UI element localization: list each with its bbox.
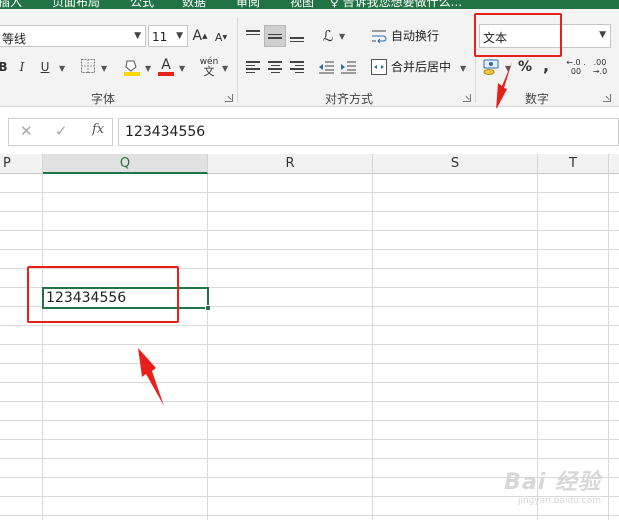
grid-line	[372, 174, 373, 520]
column-header-q[interactable]: Q	[43, 154, 208, 174]
chevron-down-icon: ▼	[599, 30, 606, 40]
column-header-p[interactable]: P	[0, 154, 43, 174]
lightbulb-icon: ♀	[330, 0, 339, 9]
ribbon-home: 等线 ▼ 11 ▼ A ▲ A ▼ B I U ▼ ▼ ▼ A ▼ wén 文 …	[0, 9, 619, 107]
merge-cells-icon	[371, 58, 387, 75]
number-dialog-launcher-icon[interactable]	[603, 94, 611, 102]
paint-bucket-icon	[124, 60, 140, 76]
align-bottom-button[interactable]	[287, 25, 307, 47]
tab-page-layout[interactable]: 页面布局	[52, 0, 100, 9]
column-header-r[interactable]: R	[208, 154, 373, 174]
wrap-text-button[interactable]: 自动换行	[371, 27, 439, 44]
chevron-down-icon[interactable]: ▼	[145, 64, 151, 73]
column-header-s[interactable]: S	[373, 154, 538, 174]
grid-line	[608, 174, 609, 520]
number-group-label: 数字	[525, 92, 550, 106]
italic-button[interactable]: I	[16, 57, 28, 77]
column-header-t[interactable]: T	[538, 154, 609, 174]
chevron-down-icon[interactable]: ▼	[222, 64, 228, 73]
comma-style-button[interactable]: ,	[540, 55, 552, 75]
font-size-combo[interactable]: 11 ▼	[148, 25, 188, 47]
align-left-button[interactable]	[243, 56, 263, 78]
caret-down-icon: ▼	[222, 33, 228, 41]
chevron-down-icon[interactable]: ▼	[179, 64, 185, 73]
annotation-highlight-box	[474, 13, 562, 57]
alignment-group-label: 对齐方式	[325, 92, 374, 106]
align-right-icon	[290, 61, 304, 73]
fill-color-button[interactable]	[123, 56, 141, 78]
indent-icon	[341, 61, 356, 74]
font-group-label: 字体	[91, 92, 116, 106]
annotation-highlight-box	[27, 266, 179, 323]
orientation-button[interactable]: ℒ	[317, 25, 339, 47]
text-orientation-icon: ℒ	[322, 27, 334, 45]
align-top-button[interactable]	[243, 25, 263, 47]
merge-center-button[interactable]: 合并后居中	[371, 58, 451, 75]
bold-button[interactable]: B	[0, 57, 9, 77]
border-icon	[81, 59, 95, 73]
percent-style-button[interactable]: %	[516, 57, 534, 77]
align-center-icon	[268, 61, 282, 73]
chevron-down-icon[interactable]: ▼	[59, 64, 65, 73]
grow-font-button[interactable]: A ▲	[191, 26, 209, 46]
tab-view[interactable]: 视图	[290, 0, 314, 9]
font-name-combo[interactable]: 等线 ▼	[0, 25, 146, 47]
ribbon-tabs: 插入 页面布局 公式 数据 审阅 视图 ♀ 告诉我您想要做什么...	[0, 0, 619, 9]
tab-formulas[interactable]: 公式	[130, 0, 154, 9]
phonetic-guide-button[interactable]: wén 文	[199, 56, 219, 78]
alignment-dialog-launcher-icon[interactable]	[463, 94, 471, 102]
chevron-down-icon[interactable]: ▼	[460, 64, 466, 73]
tab-insert[interactable]: 插入	[0, 0, 22, 9]
wrap-text-icon	[372, 30, 387, 43]
tab-review[interactable]: 审阅	[236, 0, 260, 9]
increase-decimal-button[interactable]: ←.0 .00	[566, 56, 586, 78]
insert-function-icon[interactable]: fx	[92, 122, 104, 137]
annotation-arrow	[496, 62, 512, 110]
chevron-down-icon: ▼	[176, 31, 183, 41]
excel-window: 插入 页面布局 公式 数据 审阅 视图 ♀ 告诉我您想要做什么... 等线 ▼ …	[0, 0, 619, 520]
fill-handle[interactable]	[205, 305, 211, 311]
tell-me-search[interactable]: ♀ 告诉我您想要做什么...	[330, 0, 462, 9]
watermark: Bai 经验 jingyan.baidu.com	[504, 470, 601, 506]
grid-line	[207, 174, 208, 520]
group-separator	[237, 17, 238, 103]
font-color-button[interactable]: A	[158, 56, 174, 78]
cancel-icon[interactable]: ✕	[20, 122, 33, 140]
font-dialog-launcher-icon[interactable]	[225, 94, 233, 102]
phonetic-char-icon: 文	[203, 65, 215, 78]
enter-icon[interactable]: ✓	[55, 122, 68, 140]
grid-line	[42, 174, 43, 520]
decrease-decimal-button[interactable]: .00 →.0	[590, 56, 610, 78]
increase-indent-button[interactable]	[338, 56, 358, 78]
align-right-button[interactable]	[287, 56, 307, 78]
align-bottom-icon	[290, 30, 304, 42]
formula-input[interactable]: 123434556	[118, 118, 619, 146]
tab-data[interactable]: 数据	[182, 0, 206, 9]
align-middle-button[interactable]	[264, 25, 286, 47]
shrink-font-button[interactable]: A ▼	[213, 28, 229, 46]
caret-up-icon: ▲	[202, 32, 208, 40]
formula-bar: ✕ ✓ fx 123434556	[0, 108, 619, 154]
outdent-icon	[319, 61, 334, 74]
column-header-next[interactable]	[609, 154, 619, 174]
borders-button[interactable]	[80, 58, 96, 74]
annotation-arrow	[138, 348, 164, 406]
worksheet-grid[interactable]: 123434556 Bai 经验 jingyan.baidu.com	[0, 174, 619, 520]
underline-button[interactable]: U	[38, 57, 52, 77]
align-middle-icon	[268, 30, 282, 42]
chevron-down-icon[interactable]: ▼	[101, 64, 107, 73]
align-center-button[interactable]	[265, 56, 285, 78]
chevron-down-icon[interactable]: ▼	[339, 32, 345, 41]
align-left-icon	[246, 61, 260, 73]
decrease-indent-button[interactable]	[316, 56, 336, 78]
align-top-icon	[246, 30, 260, 42]
color-swatch	[158, 72, 174, 76]
chevron-down-icon: ▼	[134, 31, 141, 41]
